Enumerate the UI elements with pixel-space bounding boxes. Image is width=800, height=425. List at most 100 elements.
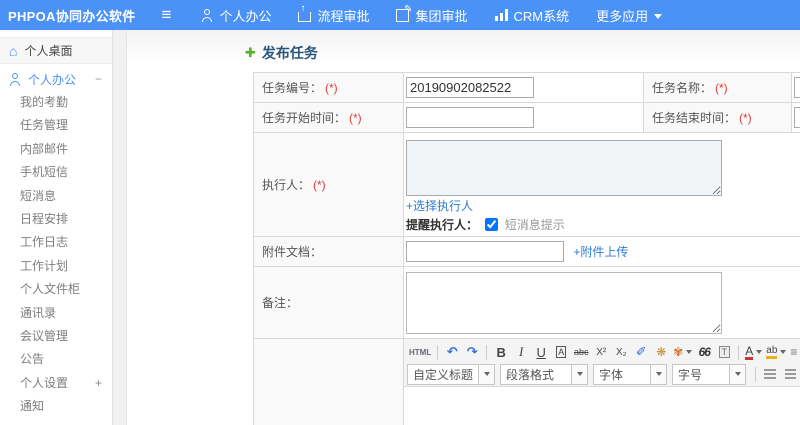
menu-more-apps[interactable]: 更多应用 — [596, 6, 663, 25]
required-marker: (*) — [313, 178, 326, 192]
note-label-cell: 备注： — [253, 266, 404, 339]
app-logo[interactable]: PHPOA协同办公软件 — [8, 6, 136, 25]
expand-icon[interactable]: + — [95, 372, 102, 395]
choose-executor-link[interactable]: +选择执行人 — [406, 199, 473, 213]
font-color-button[interactable]: A — [743, 343, 764, 361]
compose-icon — [396, 4, 412, 22]
menu-label: 个人办公 — [219, 8, 272, 24]
sidebar-item-task-management[interactable]: 任务管理 — [0, 114, 112, 137]
attachment-input[interactable] — [406, 241, 564, 262]
sidebar-item-contacts[interactable]: 通讯录 — [0, 302, 112, 325]
menu-label: CRM系统 — [513, 8, 570, 24]
editor-content-area[interactable] — [404, 387, 800, 425]
task-name-field-cell — [791, 72, 800, 103]
end-time-input[interactable] — [794, 107, 800, 128]
sidebar-item-meeting-management[interactable]: 会议管理 — [0, 325, 112, 348]
subscript-button[interactable]: X₂ — [611, 343, 631, 361]
attachment-upload-link[interactable]: +附件上传 — [573, 245, 628, 259]
menu-workflow-approval[interactable]: 流程审批 — [298, 3, 369, 25]
phpoa-app: PHPOA协同办公软件 ≡ 个人办公 流程审批 集团审批 CRM系统 更多应用 — [0, 0, 800, 425]
paste-text-button[interactable]: T — [718, 346, 731, 358]
workflow-icon — [298, 3, 312, 22]
custom-title-select[interactable]: 自定义标题 — [407, 363, 496, 385]
task-no-input[interactable] — [406, 77, 534, 98]
sidebar-item-work-log[interactable]: 工作日志 — [0, 231, 112, 254]
end-time-label: 任务结束时间： — [652, 111, 737, 125]
font-border-button[interactable]: A — [556, 346, 567, 358]
sidebar-group-personal-office[interactable]: 个人办公 − — [0, 67, 112, 91]
font-color-icon: A — [745, 343, 754, 360]
format-brush-icon[interactable]: ❋ — [651, 343, 671, 361]
menu-group-approval[interactable]: 集团审批 — [396, 4, 468, 25]
align-left-button[interactable] — [760, 365, 780, 383]
sidebar-item-attendance[interactable]: 我的考勤 — [0, 91, 112, 114]
attachment-label: 附件文档： — [262, 245, 323, 259]
font-family-select[interactable]: 字体 — [593, 363, 668, 385]
sidebar-item-personal-settings[interactable]: 个人设置 + — [0, 372, 112, 395]
undo-icon[interactable]: ↶ — [442, 343, 462, 361]
sidebar-item-mobile-sms[interactable]: 手机短信 — [0, 161, 112, 184]
add-plus-icon: ✚ — [245, 45, 256, 60]
caret-down-icon — [650, 364, 667, 384]
sidebar-item-personal-desktop[interactable]: ⌂ 个人桌面 — [0, 37, 112, 64]
form-row-times: 任务开始时间： (*) 任务结束时间： (*) — [253, 102, 800, 133]
collapse-icon[interactable]: − — [95, 72, 102, 86]
task-no-field-cell — [403, 72, 644, 103]
person-icon — [201, 8, 213, 22]
bold-button[interactable]: B — [491, 343, 511, 361]
form-row-content-editor: HTML ↶ ↷ B I U A abc X² X₂ ✐ ❋ ✾ 66 T A … — [253, 338, 800, 425]
italic-button[interactable]: I — [511, 343, 531, 361]
html-source-button[interactable]: HTML — [407, 343, 433, 361]
sidebar-item-personal-files[interactable]: 个人文件柜 — [0, 278, 112, 301]
menu-personal-office[interactable]: 个人办公 — [201, 6, 271, 25]
sidebar-item-short-message[interactable]: 短消息 — [0, 185, 112, 208]
superscript-button[interactable]: X² — [591, 343, 611, 361]
ordered-list-button[interactable]: ≡ — [788, 343, 800, 361]
note-label: 备注： — [262, 296, 299, 310]
task-no-label: 任务编号： — [262, 81, 323, 95]
blockquote-button[interactable]: 66 — [694, 343, 714, 361]
strikethrough-button[interactable]: abc — [571, 343, 591, 361]
note-textarea[interactable] — [406, 271, 722, 334]
end-time-label-cell: 任务结束时间： (*) — [643, 102, 792, 133]
caret-down-icon — [780, 350, 787, 354]
editor-toolbar: HTML ↶ ↷ B I U A abc X² X₂ ✐ ❋ ✾ 66 T A … — [404, 339, 800, 387]
main-menu: 个人办公 流程审批 集团审批 CRM系统 更多应用 — [201, 3, 689, 25]
align-center-button[interactable] — [780, 365, 800, 383]
main-content: ✚ 发布任务 任务编号：(*) 任务名称：(*) — [127, 30, 800, 425]
executor-label-cell: 执行人： (*) — [253, 132, 404, 237]
required-marker: (*) — [349, 111, 362, 125]
eraser-icon[interactable]: ✐ — [631, 343, 651, 361]
caret-down-icon — [571, 364, 588, 384]
highlight-icon: ab — [766, 345, 778, 359]
menu-label: 集团审批 — [415, 8, 468, 24]
caret-down-icon — [686, 350, 693, 354]
task-name-input[interactable] — [794, 77, 800, 98]
start-time-input[interactable] — [406, 107, 534, 128]
sidebar-item-internal-mail[interactable]: 内部邮件 — [0, 138, 112, 161]
executor-field-cell: +选择执行人 提醒执行人： 短消息提示 — [403, 132, 800, 237]
sidebar-item-schedule[interactable]: 日程安排 — [0, 208, 112, 231]
executor-textarea[interactable] — [406, 140, 722, 196]
paint-format-button[interactable]: ✾ — [671, 343, 694, 361]
sidebar-splitter[interactable] — [113, 30, 127, 425]
underline-button[interactable]: U — [531, 343, 551, 361]
hamburger-menu-icon[interactable]: ≡ — [162, 0, 172, 30]
required-marker: (*) — [715, 81, 728, 95]
paragraph-format-select[interactable]: 段落格式 — [500, 363, 589, 385]
highlight-button[interactable]: ab — [764, 343, 788, 361]
required-marker: (*) — [325, 81, 338, 95]
sidebar-item-notification[interactable]: 通知 — [0, 395, 112, 418]
menu-crm-system[interactable]: CRM系统 — [494, 6, 570, 25]
task-name-label: 任务名称： — [652, 81, 713, 95]
sms-remind-checkbox[interactable] — [485, 218, 499, 231]
editor-cell: HTML ↶ ↷ B I U A abc X² X₂ ✐ ❋ ✾ 66 T A … — [403, 338, 800, 425]
start-time-label-cell: 任务开始时间： (*) — [253, 102, 404, 133]
redo-icon[interactable]: ↷ — [462, 343, 482, 361]
sidebar-item-work-plan[interactable]: 工作计划 — [0, 255, 112, 278]
note-field-cell — [403, 266, 800, 339]
page-title-row: ✚ 发布任务 — [245, 43, 318, 63]
sms-remind-label: 短消息提示 — [504, 218, 565, 232]
font-size-select[interactable]: 字号 — [672, 363, 747, 385]
sidebar-item-announcement[interactable]: 公告 — [0, 348, 112, 371]
